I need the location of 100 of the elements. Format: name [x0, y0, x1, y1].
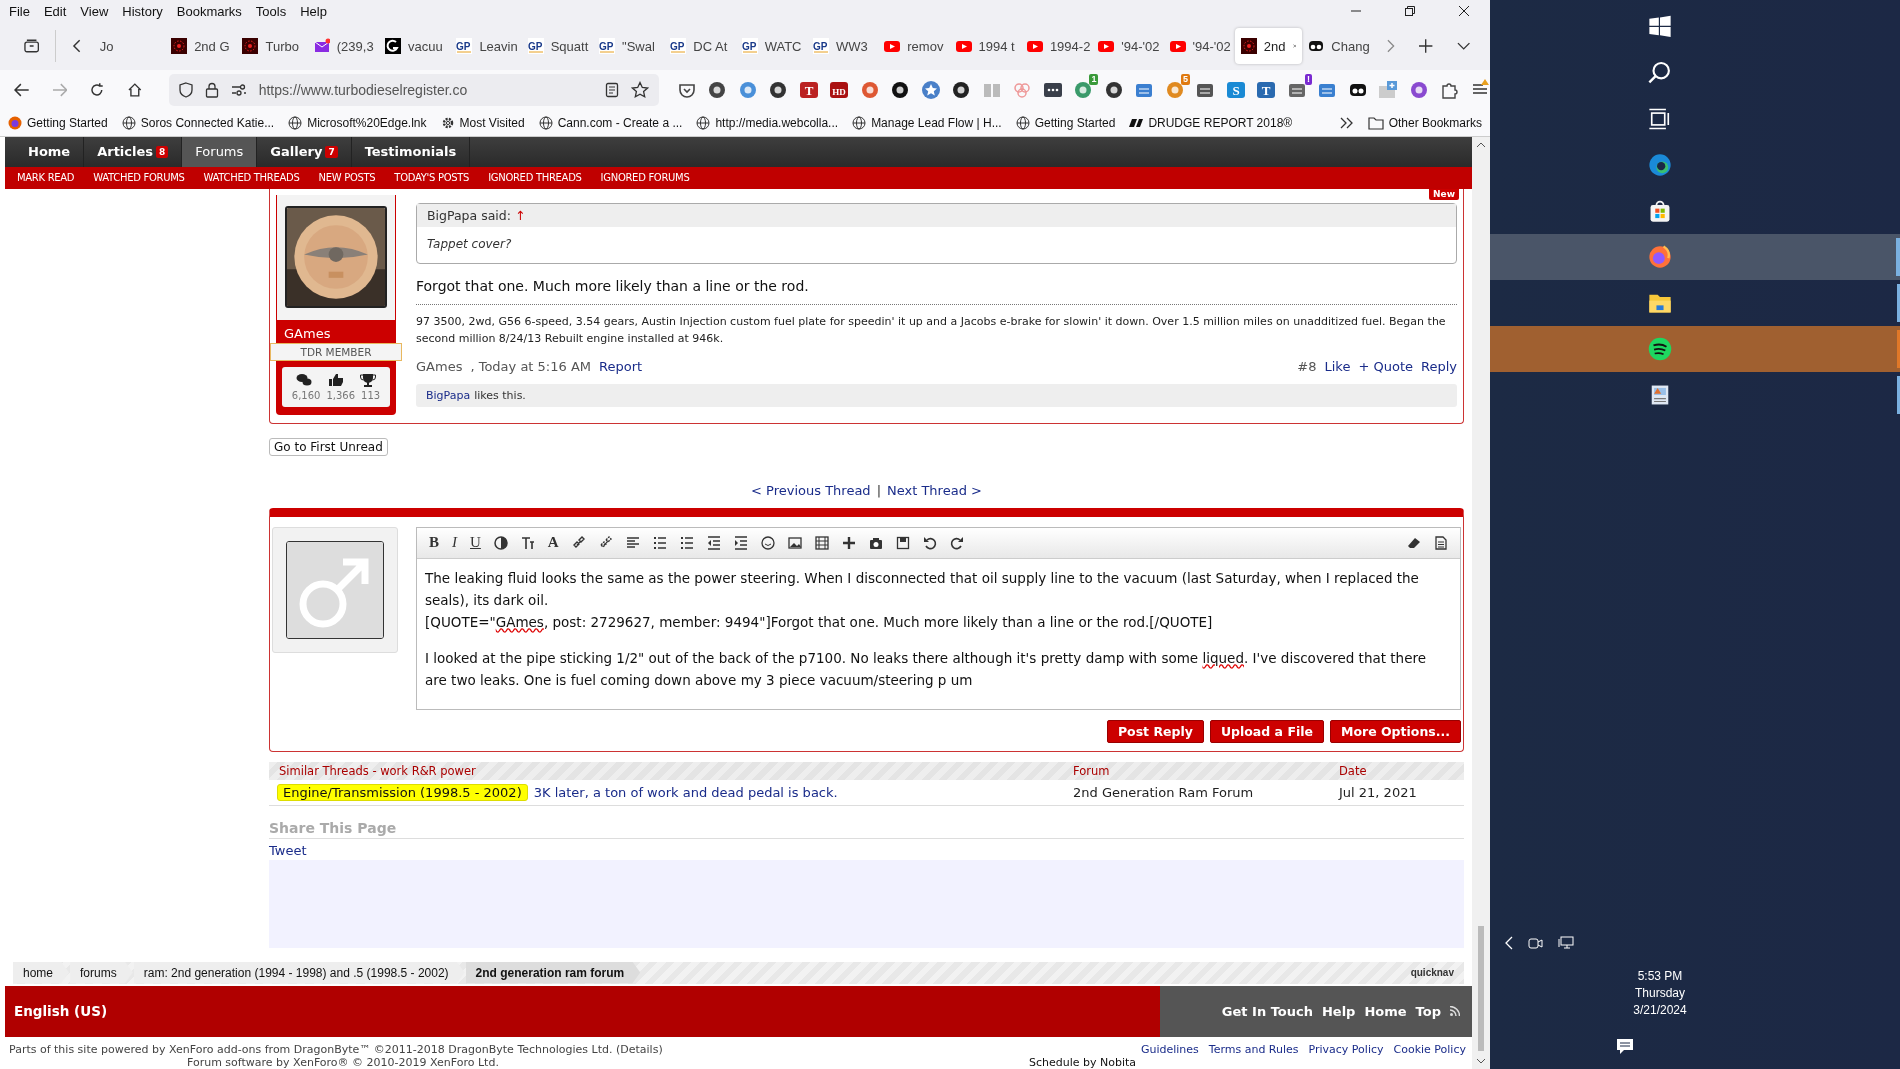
bookmark-folder[interactable]: Other Bookmarks	[1367, 116, 1482, 130]
menu-item[interactable]: History	[115, 3, 170, 19]
browser-tab[interactable]: '94-'02	[1163, 28, 1235, 64]
chevron-double-icon[interactable]	[1339, 117, 1354, 129]
quote-link-arrow[interactable]: ↑	[515, 207, 526, 223]
contrast-icon[interactable]	[493, 535, 508, 550]
sub-nav-link[interactable]: IGNORED THREADS	[488, 172, 582, 184]
camera-icon[interactable]	[1528, 936, 1544, 950]
menu-item[interactable]: Help	[293, 3, 334, 19]
image-icon[interactable]	[787, 535, 802, 550]
scroll-down-icon[interactable]	[1476, 1057, 1486, 1065]
browser-tab[interactable]: GP WATC	[735, 28, 807, 64]
bookmark[interactable]: Most Visited	[440, 116, 525, 130]
prefix-tag[interactable]: Engine/Transmission (1998.5 - 2002)	[277, 783, 528, 801]
back-icon[interactable]	[14, 83, 30, 97]
smiley-icon[interactable]	[760, 535, 775, 550]
star-icon[interactable]	[631, 81, 649, 99]
camera-icon[interactable]	[868, 535, 883, 550]
browser-tab[interactable]: (239,3	[307, 28, 380, 64]
sub-nav-link[interactable]: TODAY'S POSTS	[394, 172, 470, 184]
reply-action-button[interactable]: Upload a File	[1209, 719, 1324, 743]
liker-link[interactable]: BigPapa	[426, 388, 471, 402]
report-link[interactable]: Report	[599, 358, 643, 374]
home-icon[interactable]	[127, 82, 143, 98]
bookmark[interactable]: Getting Started	[1015, 116, 1116, 130]
breadcrumb-item[interactable]: ram: 2nd generation (1994 - 1998) and .5 (1998.5 - 2002)	[133, 961, 465, 984]
browser-tab[interactable]: 1994 t	[949, 28, 1021, 64]
bullets-icon[interactable]	[652, 535, 667, 550]
restore-icon[interactable]	[1404, 5, 1416, 17]
new-tab-icon[interactable]	[1419, 39, 1433, 53]
scroll-up-icon[interactable]	[1476, 141, 1486, 149]
post-number[interactable]: #8	[1297, 358, 1317, 374]
browser-tab[interactable]: remov	[878, 28, 950, 64]
footer-link[interactable]: Privacy Policy	[1308, 1043, 1384, 1056]
notification-icon[interactable]	[1616, 1037, 1634, 1055]
browser-tab[interactable]: GP Squatt	[521, 28, 593, 64]
browser-tab[interactable]: vacuu	[379, 28, 451, 64]
extension-icon[interactable]: T	[799, 80, 819, 100]
textsize-icon[interactable]	[520, 535, 535, 550]
scrollbar[interactable]	[1472, 137, 1490, 1069]
chevron-down-icon[interactable]	[1456, 41, 1470, 51]
footer-link[interactable]: Home	[1364, 1003, 1407, 1019]
post-action-link[interactable]: Reply	[1421, 358, 1457, 374]
footer-link[interactable]: Guidelines	[1140, 1043, 1199, 1056]
language-chooser[interactable]: English (US)	[14, 1003, 108, 1020]
thread-link[interactable]: 3K later, a ton of work and dead pedal is back.	[533, 784, 838, 800]
menu-item[interactable]: Bookmarks	[169, 3, 249, 19]
menu-item[interactable]: View	[73, 3, 116, 19]
reply-action-button[interactable]: More Options...	[1329, 719, 1461, 743]
browser-tab[interactable]: GP DC At	[664, 28, 736, 64]
indent-icon[interactable]	[733, 535, 748, 550]
address-bar[interactable]: https://www.turbodieselregister.co	[168, 74, 659, 106]
menu-item[interactable]: Edit	[36, 3, 74, 19]
message-editor[interactable]	[416, 526, 1461, 710]
browser-tab[interactable]: '94-'02	[1092, 28, 1164, 64]
plus-icon[interactable]	[841, 535, 856, 550]
extension-icon[interactable]: S	[1226, 80, 1246, 100]
clock[interactable]: 5:53 PM Thursday 3/21/2024	[1490, 968, 1900, 1019]
extension-icon[interactable]	[707, 80, 728, 100]
reload-icon[interactable]	[89, 82, 105, 98]
sub-nav-link[interactable]: WATCHED FORUMS	[93, 172, 185, 184]
permissions-icon[interactable]	[230, 83, 247, 97]
chevron-right-icon[interactable]	[1385, 39, 1396, 53]
monitor-icon[interactable]	[1558, 936, 1574, 950]
footer-link[interactable]: Cookie Policy	[1393, 1043, 1466, 1056]
browser-tab[interactable]: 2nd	[1234, 28, 1303, 64]
sub-nav-link[interactable]: IGNORED FORUMS	[600, 172, 690, 184]
footer-link[interactable]: Get In Touch	[1221, 1003, 1313, 1019]
footer-link[interactable]: Top	[1415, 1003, 1441, 1019]
browser-tab[interactable]: GP "Swal	[593, 28, 665, 64]
browser-tab[interactable]: Turbo	[236, 28, 308, 64]
format-button[interactable]: B	[429, 534, 439, 551]
browser-tab[interactable]: GP Leavin	[450, 28, 522, 64]
first-unread-button[interactable]: Go to First Unread	[269, 437, 388, 456]
next-thread-link[interactable]: Next Thread >	[887, 482, 982, 498]
align-icon[interactable]	[625, 535, 640, 550]
browser-tab[interactable]: 1994-2	[1020, 28, 1093, 64]
post-action-link[interactable]: + Quote	[1358, 358, 1413, 374]
close-icon[interactable]	[1458, 5, 1470, 17]
format-button[interactable]: I	[452, 534, 457, 551]
tab-list-icon[interactable]	[24, 39, 40, 53]
extension-icon[interactable]	[1104, 80, 1124, 100]
tweet-link[interactable]: Tweet	[269, 842, 307, 858]
previous-thread-link[interactable]: < Previous Thread	[751, 482, 871, 498]
footer-link[interactable]: Help	[1321, 1003, 1356, 1019]
quicknav-link[interactable]: quicknav	[1410, 967, 1464, 978]
extension-icon[interactable]: HD	[829, 80, 850, 100]
shield-icon[interactable]	[178, 82, 193, 98]
breadcrumb-item[interactable]: 2nd generation ram forum	[465, 961, 641, 984]
sub-nav-link[interactable]: NEW POSTS	[318, 172, 376, 184]
extension-icon[interactable]	[890, 80, 911, 100]
extension-icon[interactable]: T	[1256, 80, 1277, 100]
extension-icon[interactable]	[951, 80, 972, 100]
extension-icon[interactable]	[768, 80, 789, 100]
save-icon[interactable]	[895, 535, 910, 550]
menu-item[interactable]: Tools	[248, 3, 294, 19]
chevron-left-icon[interactable]	[72, 39, 82, 53]
document-icon[interactable]	[1434, 535, 1448, 550]
author-link[interactable]: GAmes	[416, 358, 463, 374]
nav-tab[interactable]: Forums	[182, 137, 258, 167]
